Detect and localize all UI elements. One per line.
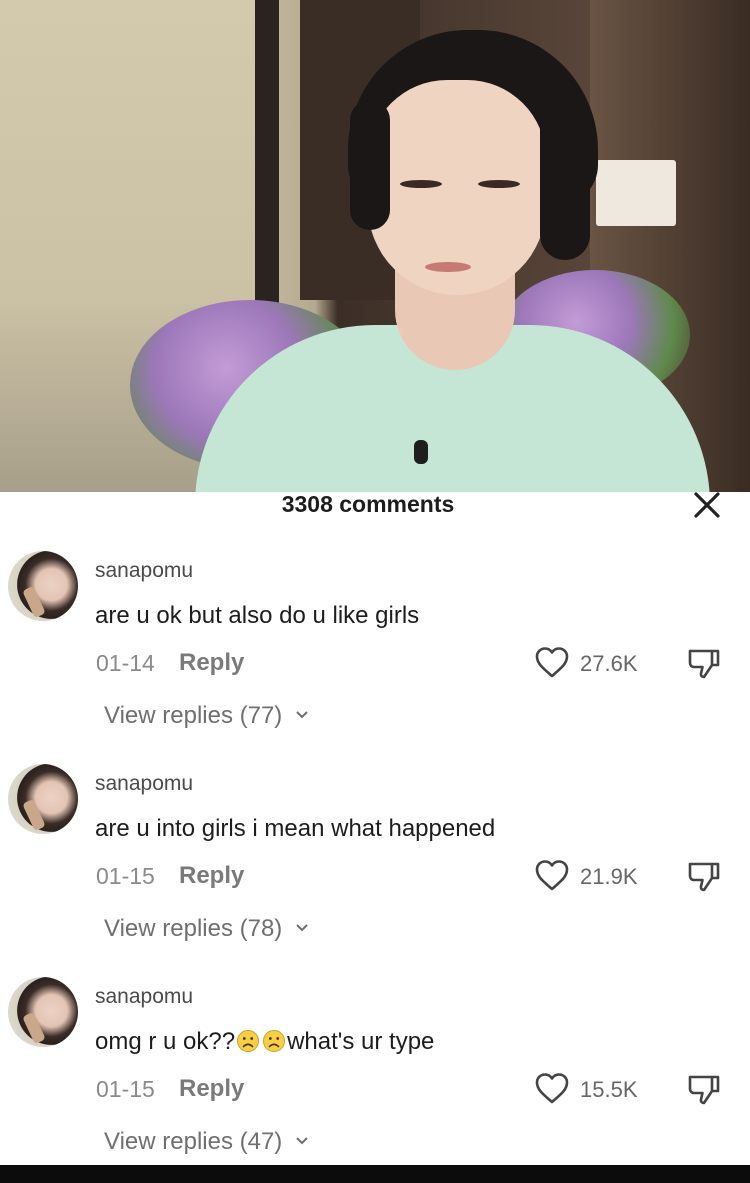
comments-count-title: 3308 comments xyxy=(281,491,455,517)
close-button[interactable] xyxy=(690,492,724,518)
avatar-hand xyxy=(22,1011,46,1045)
thumbs-down-icon xyxy=(688,862,720,892)
comment-text: omg r u ok?? what's ur type xyxy=(95,1027,434,1057)
chevron-down-icon xyxy=(296,924,308,932)
background-pole xyxy=(255,0,279,340)
view-replies-label: View replies (78) xyxy=(104,915,283,942)
like-count: 15.5K xyxy=(580,1077,638,1102)
comment-date: 01-14 xyxy=(96,650,155,676)
background-sign xyxy=(596,160,676,226)
clip-microphone xyxy=(414,440,428,464)
dislike-button[interactable] xyxy=(686,1071,722,1107)
comment-text: are u into girls i mean what happened xyxy=(95,815,496,842)
avatar[interactable] xyxy=(8,551,78,621)
dislike-button[interactable] xyxy=(686,645,722,681)
comment-date: 01-15 xyxy=(96,1076,155,1102)
comment-text-end: what's ur type xyxy=(287,1028,435,1055)
sign-lettering xyxy=(606,178,666,204)
person-hair-left xyxy=(350,100,390,230)
comment-username[interactable]: sanapomu xyxy=(95,559,193,583)
view-replies-button[interactable]: View replies (47) xyxy=(104,1127,309,1157)
avatar-hand xyxy=(22,585,46,619)
person-hair-right xyxy=(540,100,590,260)
avatar-hand xyxy=(22,798,46,832)
like-count: 21.9K xyxy=(580,864,638,889)
person-eye-left xyxy=(400,180,442,188)
view-replies-button[interactable]: View replies (77) xyxy=(104,701,309,731)
person-eye-right xyxy=(478,180,520,188)
reply-button[interactable]: Reply xyxy=(179,648,244,678)
frowning-face-emoji-icon xyxy=(263,1030,286,1052)
view-replies-label: View replies (47) xyxy=(104,1128,283,1155)
person-mouth xyxy=(425,262,471,272)
comment-item: sanapomu omg r u ok?? what's ur type 01-1… xyxy=(0,977,750,1177)
heart-icon xyxy=(535,860,569,891)
comment-text: are u ok but also do u like girls xyxy=(95,602,420,629)
chevron-down-icon xyxy=(296,711,308,719)
heart-icon xyxy=(535,647,569,678)
comments-sheet: 3308 comments sanapomu are u ok but also… xyxy=(0,492,750,1165)
frowning-face-emoji-icon xyxy=(237,1030,260,1052)
avatar[interactable] xyxy=(8,977,78,1047)
reply-button[interactable]: Reply xyxy=(179,861,244,891)
avatar[interactable] xyxy=(8,764,78,834)
comment-item: sanapomu are u ok but also do u like gir… xyxy=(0,551,750,751)
bottom-bar xyxy=(0,1165,750,1183)
reply-button[interactable]: Reply xyxy=(179,1074,244,1104)
heart-icon xyxy=(535,1073,569,1104)
comment-text-start: omg r u ok?? xyxy=(95,1028,236,1055)
thumbs-down-icon xyxy=(688,1075,720,1105)
comment-username[interactable]: sanapomu xyxy=(95,772,193,796)
thumbs-down-icon xyxy=(688,649,720,679)
video-frame[interactable] xyxy=(0,0,750,492)
chevron-down-icon xyxy=(296,1137,308,1145)
dislike-button[interactable] xyxy=(686,858,722,894)
view-replies-button[interactable]: View replies (78) xyxy=(104,914,309,944)
comment-username[interactable]: sanapomu xyxy=(95,985,193,1009)
like-count: 27.6K xyxy=(580,651,638,676)
view-replies-label: View replies (77) xyxy=(104,702,283,729)
comment-date: 01-15 xyxy=(96,863,155,889)
comment-item: sanapomu are u into girls i mean what ha… xyxy=(0,764,750,964)
close-icon xyxy=(694,492,720,518)
